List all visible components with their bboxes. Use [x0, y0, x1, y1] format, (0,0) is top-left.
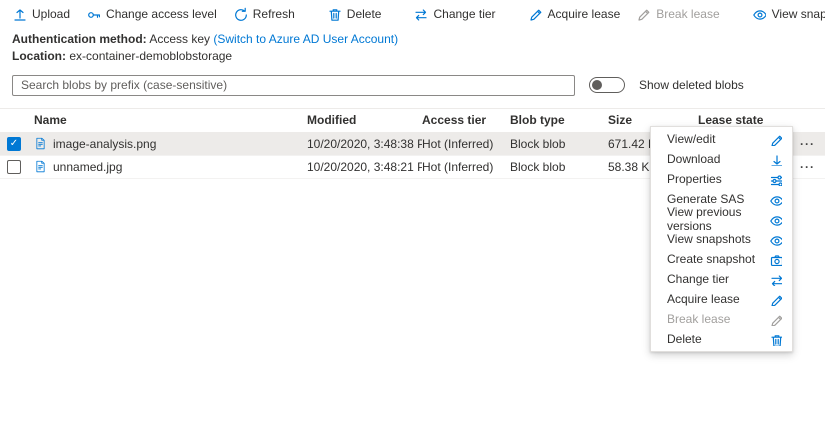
- trash-icon: [327, 7, 341, 21]
- blob-context-menu: View/edit Download Properties Generate S…: [650, 126, 793, 352]
- acquire-lease-label: Acquire lease: [548, 7, 621, 21]
- menu-item-properties[interactable]: Properties: [651, 169, 792, 189]
- menu-item-label: View snapshots: [667, 232, 751, 246]
- menu-item-label: Break lease: [667, 312, 730, 326]
- eye-icon: [752, 7, 766, 21]
- menu-item-label: Delete: [667, 332, 702, 346]
- switch-auth-link[interactable]: (Switch to Azure AD User Account): [213, 32, 398, 46]
- row-checkbox-cell: [0, 137, 34, 151]
- refresh-button[interactable]: Refresh: [233, 7, 295, 21]
- blob-type: Block blob: [510, 160, 608, 174]
- search-row: Show deleted blobs: [12, 75, 813, 96]
- delete-button[interactable]: Delete: [327, 7, 382, 21]
- change-tier-icon: [769, 273, 782, 286]
- menu-item-label: Download: [667, 152, 720, 166]
- blob-toolbar: Upload Change access level Refresh Delet…: [0, 0, 825, 28]
- key-icon: [86, 7, 100, 21]
- acquire-lease-icon: [769, 293, 782, 306]
- toggle-knob: [592, 80, 602, 90]
- auth-method-line: Authentication method: Access key (Switc…: [12, 31, 813, 48]
- auth-method-label: Authentication method:: [12, 32, 147, 46]
- menu-item-label: View/edit: [667, 132, 715, 146]
- column-header-blob-type[interactable]: Blob type: [510, 113, 608, 127]
- blob-name-cell[interactable]: unnamed.jpg: [34, 159, 307, 174]
- row-checkbox-unchecked[interactable]: [7, 160, 21, 174]
- row-checkbox-checked[interactable]: [7, 137, 21, 151]
- menu-item-acquire-lease[interactable]: Acquire lease: [651, 289, 792, 309]
- refresh-icon: [233, 7, 247, 21]
- blob-modified: 10/20/2020, 3:48:38 PM: [307, 137, 422, 151]
- change-tier-icon: [413, 7, 427, 21]
- view-snapshots-label: View snapshots: [772, 7, 825, 21]
- column-header-name[interactable]: Name: [34, 113, 307, 127]
- blob-access-tier: Hot (Inferred): [422, 137, 510, 151]
- blob-modified: 10/20/2020, 3:48:21 PM: [307, 160, 422, 174]
- menu-item-change-tier[interactable]: Change tier: [651, 269, 792, 289]
- row-checkbox-cell: [0, 160, 34, 174]
- menu-item-label: Create snapshot: [667, 252, 755, 266]
- file-icon: [34, 136, 47, 151]
- refresh-label: Refresh: [253, 7, 295, 21]
- column-header-modified[interactable]: Modified: [307, 113, 422, 127]
- menu-item-label: View previous versions: [667, 205, 769, 233]
- generate-sas-icon: [769, 193, 782, 206]
- break-lease-icon: [636, 7, 650, 21]
- eye-icon: [769, 213, 782, 226]
- view-snapshots-button[interactable]: View snapshots: [752, 7, 825, 21]
- menu-item-view-snapshots[interactable]: View snapshots: [651, 229, 792, 249]
- upload-label: Upload: [32, 7, 70, 21]
- location-label: Location:: [12, 49, 66, 63]
- menu-item-view-previous-versions[interactable]: View previous versions: [651, 209, 792, 229]
- change-access-level-label: Change access level: [106, 7, 217, 21]
- location-line: Location: ex-container-demoblobstorage: [12, 48, 813, 65]
- menu-item-create-snapshot[interactable]: Create snapshot: [651, 249, 792, 269]
- sliders-icon: [769, 173, 782, 186]
- auth-method-value: Access key: [149, 32, 210, 46]
- column-header-access-tier[interactable]: Access tier: [422, 113, 510, 127]
- menu-item-delete[interactable]: Delete: [651, 329, 792, 349]
- acquire-lease-button[interactable]: Acquire lease: [528, 7, 621, 21]
- menu-item-download[interactable]: Download: [651, 149, 792, 169]
- pencil-icon: [769, 133, 782, 146]
- trash-icon: [769, 333, 782, 346]
- menu-item-label: Generate SAS: [667, 192, 744, 206]
- break-lease-button: Break lease: [636, 7, 719, 21]
- blob-access-tier: Hot (Inferred): [422, 160, 510, 174]
- menu-item-break-lease: Break lease: [651, 309, 792, 329]
- upload-button[interactable]: Upload: [12, 7, 70, 21]
- show-deleted-blobs-toggle[interactable]: [589, 77, 625, 93]
- acquire-lease-icon: [528, 7, 542, 21]
- change-access-level-button[interactable]: Change access level: [86, 7, 217, 21]
- blob-name[interactable]: unnamed.jpg: [53, 160, 122, 174]
- break-lease-icon: [769, 313, 782, 326]
- break-lease-label: Break lease: [656, 7, 719, 21]
- upload-icon: [12, 7, 26, 21]
- menu-item-label: Properties: [667, 172, 722, 186]
- search-input[interactable]: [12, 75, 575, 96]
- change-tier-button[interactable]: Change tier: [413, 7, 495, 21]
- container-info: Authentication method: Access key (Switc…: [0, 28, 825, 66]
- blob-type: Block blob: [510, 137, 608, 151]
- location-value: ex-container-demoblobstorage: [69, 49, 232, 63]
- snapshot-icon: [769, 253, 782, 266]
- menu-item-view-edit[interactable]: View/edit: [651, 129, 792, 149]
- change-tier-label: Change tier: [433, 7, 495, 21]
- file-icon: [34, 159, 47, 174]
- blob-name-cell[interactable]: image-analysis.png: [34, 136, 307, 151]
- delete-label: Delete: [347, 7, 382, 21]
- eye-icon: [769, 233, 782, 246]
- menu-item-label: Change tier: [667, 272, 729, 286]
- menu-item-label: Acquire lease: [667, 292, 740, 306]
- blob-name[interactable]: image-analysis.png: [53, 137, 156, 151]
- show-deleted-blobs-label: Show deleted blobs: [639, 78, 744, 92]
- download-icon: [769, 153, 782, 166]
